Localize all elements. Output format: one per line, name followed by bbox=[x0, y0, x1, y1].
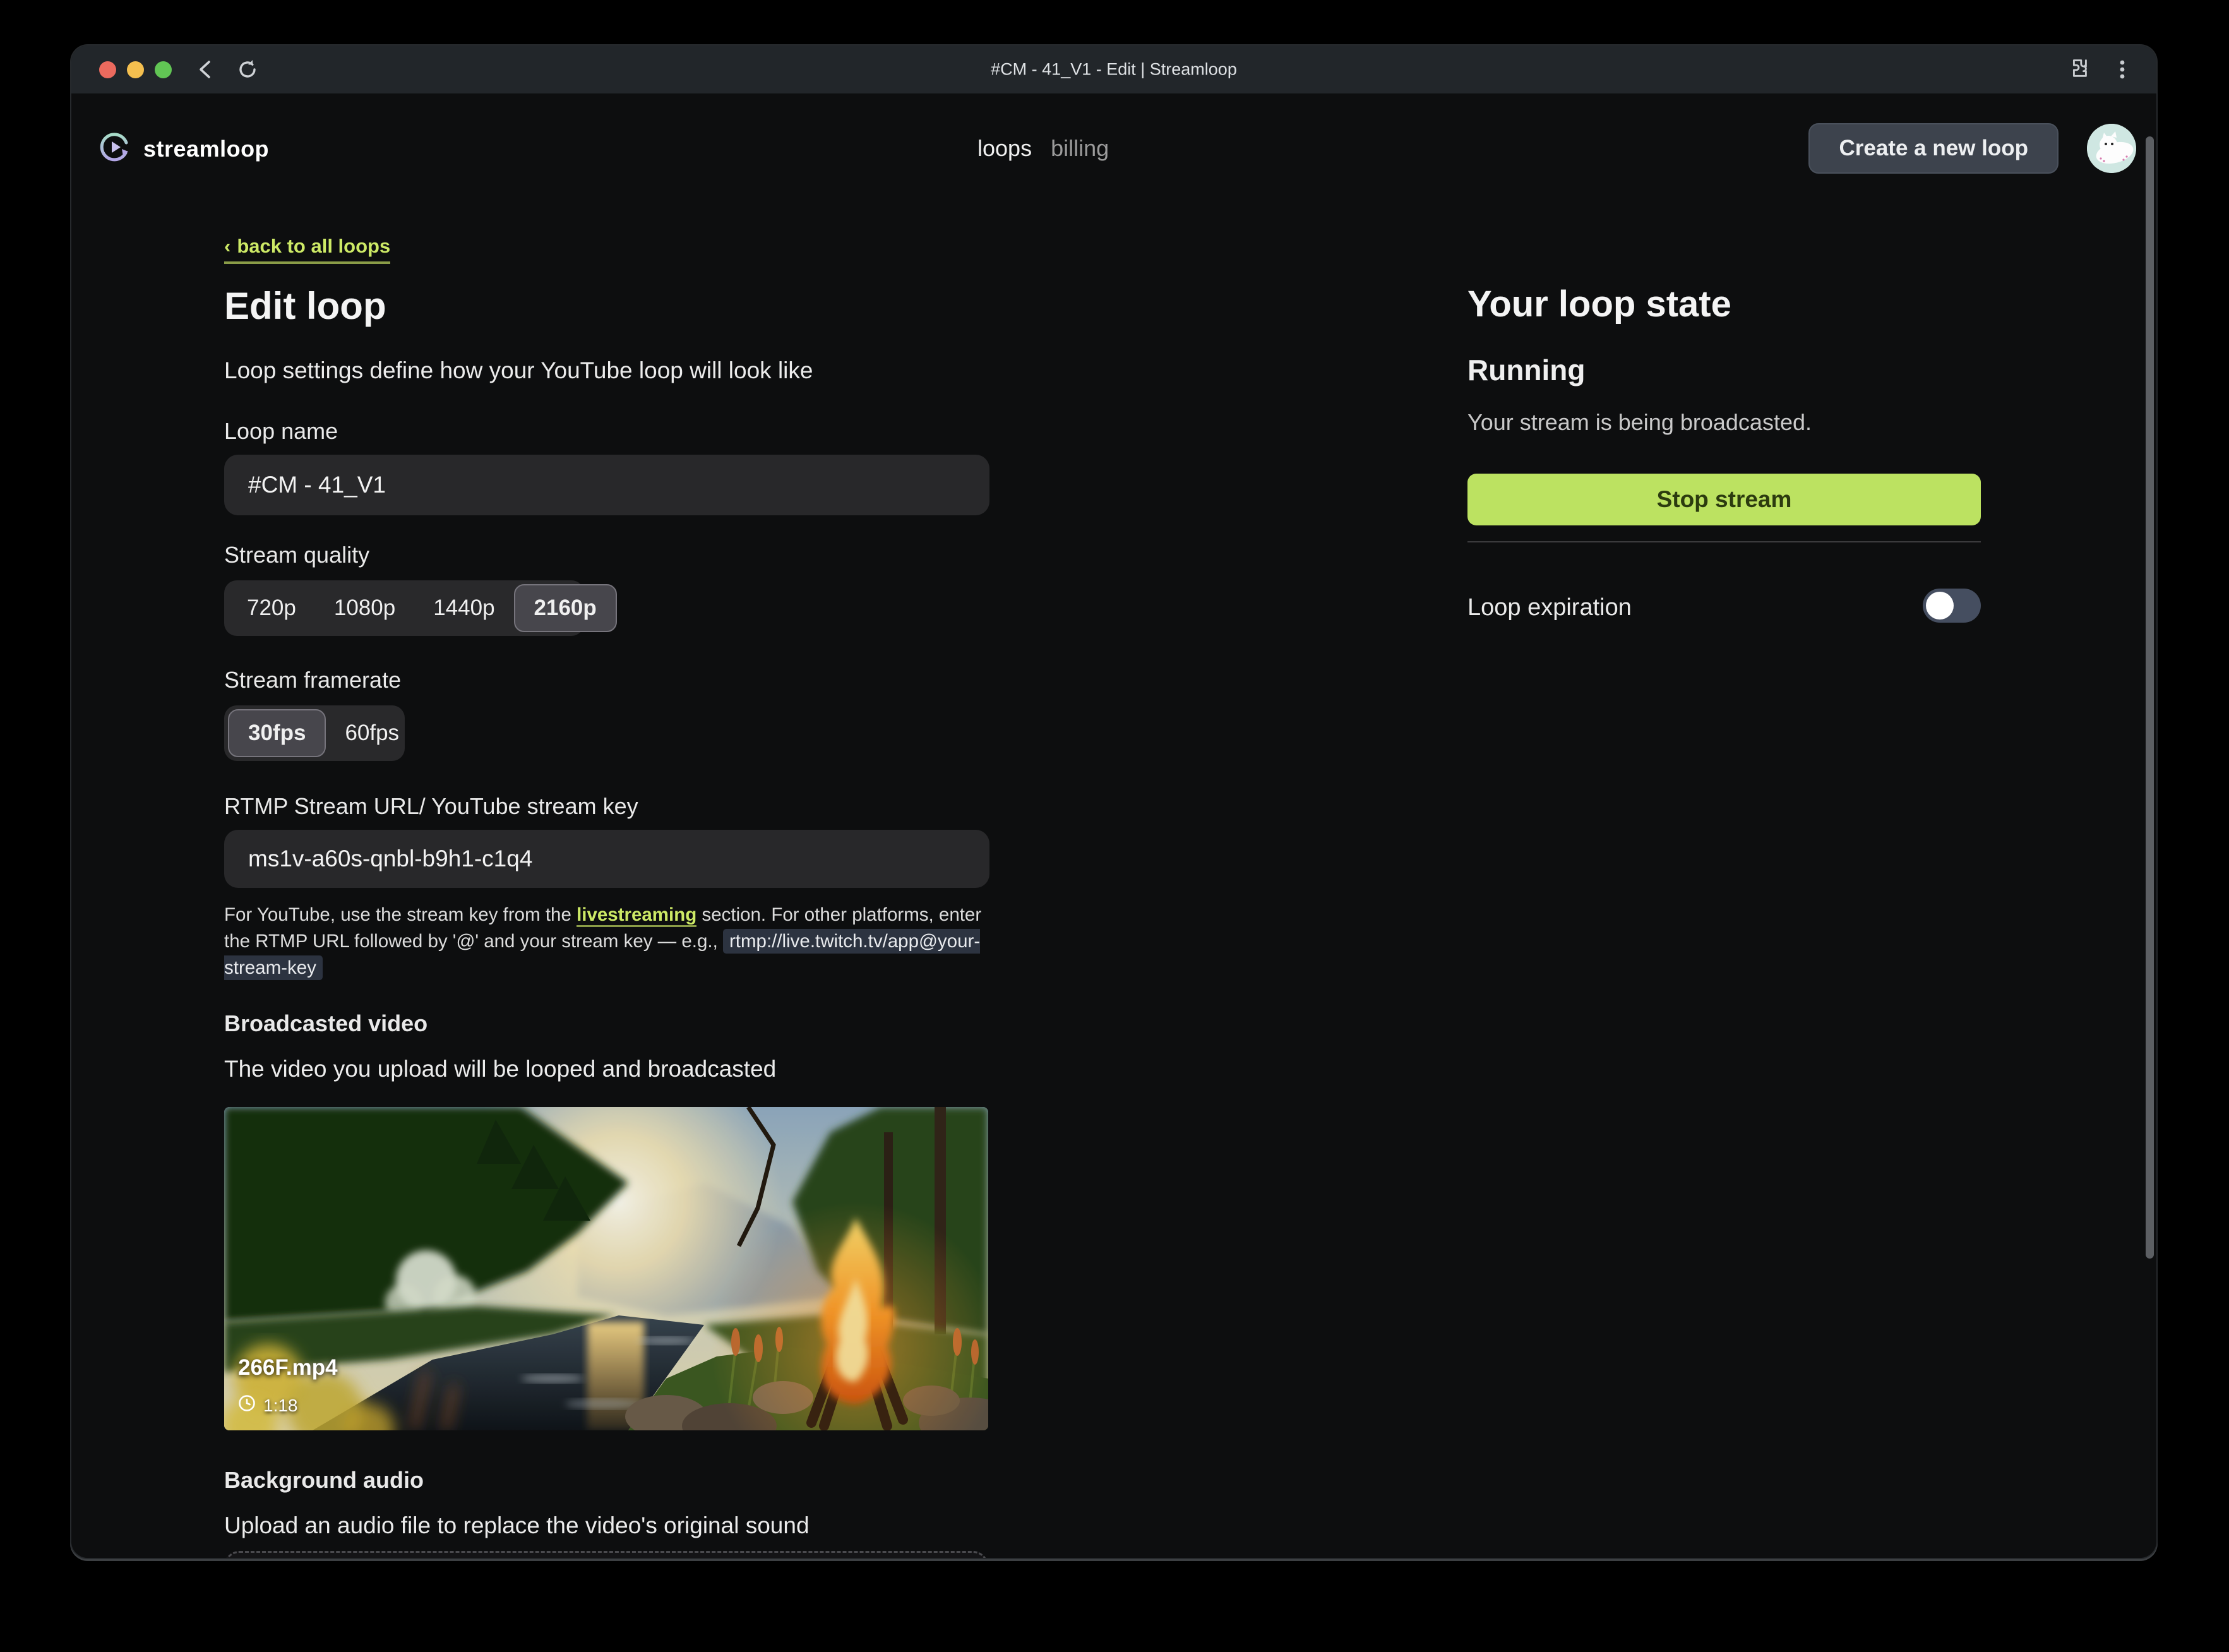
reload-icon[interactable] bbox=[235, 57, 260, 82]
back-to-all-loops-link[interactable]: ‹ back to all loops bbox=[224, 235, 390, 264]
app-header: streamloop loops billing Create a new lo… bbox=[71, 93, 2156, 202]
brand[interactable]: streamloop bbox=[98, 130, 269, 167]
video-duration: 1:18 bbox=[263, 1396, 298, 1416]
loop-expiration-label: Loop expiration bbox=[1467, 594, 1632, 621]
background-audio-description: Upload an audio file to replace the vide… bbox=[224, 1512, 810, 1539]
brand-name: streamloop bbox=[143, 136, 269, 162]
rtmp-label: RTMP Stream URL/ YouTube stream key bbox=[224, 793, 638, 820]
stream-quality-segmented-control: 720p 1080p 1440p 2160p bbox=[224, 580, 584, 636]
close-window-button[interactable] bbox=[99, 61, 116, 78]
minimize-window-button[interactable] bbox=[127, 61, 144, 78]
framerate-option-60fps[interactable]: 60fps bbox=[326, 709, 418, 757]
quality-option-720p[interactable]: 720p bbox=[228, 584, 315, 632]
loop-name-label: Loop name bbox=[224, 418, 338, 445]
background-audio-label: Background audio bbox=[224, 1467, 424, 1493]
extensions-icon[interactable] bbox=[2065, 57, 2091, 82]
loop-status-detail: Your stream is being broadcasted. bbox=[1467, 409, 1812, 436]
divider bbox=[1467, 541, 1981, 542]
toggle-knob bbox=[1926, 592, 1954, 620]
stream-framerate-segmented-control: 30fps 60fps bbox=[224, 705, 405, 761]
scrollbar-thumb[interactable] bbox=[2146, 136, 2154, 1259]
browser-tab-title: #CM - 41_V1 - Edit | Streamloop bbox=[991, 60, 1237, 80]
stream-framerate-label: Stream framerate bbox=[224, 667, 401, 693]
clock-icon bbox=[238, 1394, 256, 1416]
loop-expiration-toggle[interactable] bbox=[1923, 589, 1981, 623]
back-chevron-icon: ‹ bbox=[224, 235, 230, 258]
rtmp-stream-key-input[interactable] bbox=[224, 830, 989, 888]
framerate-option-30fps[interactable]: 30fps bbox=[228, 709, 326, 757]
page-content: streamloop loops billing Create a new lo… bbox=[71, 93, 2156, 1558]
rtmp-helper-text: For YouTube, use the stream key from the… bbox=[224, 902, 989, 981]
main-nav: loops billing bbox=[977, 135, 1109, 162]
quality-option-1080p[interactable]: 1080p bbox=[315, 584, 414, 632]
browser-window: #CM - 41_V1 - Edit | Streamloop bbox=[71, 45, 2156, 1558]
broadcasted-video-label: Broadcasted video bbox=[224, 1010, 427, 1037]
nav-item-loops[interactable]: loops bbox=[977, 135, 1032, 162]
loop-status: Running bbox=[1467, 353, 1586, 387]
create-new-loop-button[interactable]: Create a new loop bbox=[1808, 123, 2059, 174]
video-filename: 266F.mp4 bbox=[238, 1355, 338, 1380]
browser-toolbar: #CM - 41_V1 - Edit | Streamloop bbox=[71, 45, 2156, 93]
nav-item-billing[interactable]: billing bbox=[1051, 135, 1109, 162]
back-icon[interactable] bbox=[193, 57, 218, 82]
page-subtitle: Loop settings define how your YouTube lo… bbox=[224, 357, 813, 384]
stream-quality-label: Stream quality bbox=[224, 542, 369, 568]
stop-stream-button[interactable]: Stop stream bbox=[1467, 474, 1981, 525]
audio-upload-dropzone[interactable] bbox=[224, 1551, 988, 1558]
livestreaming-link[interactable]: livestreaming bbox=[577, 904, 696, 927]
broadcasted-video-description: The video you upload will be looped and … bbox=[224, 1056, 776, 1082]
quality-option-1440p[interactable]: 1440p bbox=[414, 584, 513, 632]
quality-option-2160p[interactable]: 2160p bbox=[514, 584, 617, 632]
page-title: Edit loop bbox=[224, 284, 386, 328]
streamloop-logo-icon bbox=[98, 130, 132, 167]
avatar[interactable] bbox=[2087, 124, 2136, 173]
traffic-lights bbox=[99, 61, 172, 78]
browser-menu-icon[interactable] bbox=[2110, 57, 2135, 82]
loop-state-title: Your loop state bbox=[1467, 283, 1731, 325]
zoom-window-button[interactable] bbox=[155, 61, 172, 78]
video-thumbnail[interactable]: 266F.mp4 1:18 bbox=[224, 1107, 988, 1430]
video-meta: 266F.mp4 1:18 bbox=[238, 1355, 338, 1416]
loop-name-input[interactable] bbox=[224, 455, 989, 515]
